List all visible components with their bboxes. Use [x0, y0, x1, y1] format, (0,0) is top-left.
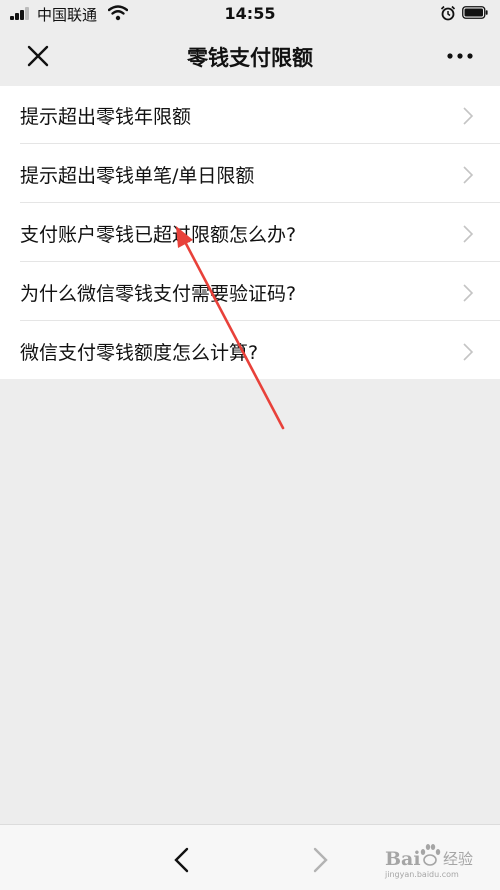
nav-bar: 零钱支付限额: [0, 28, 500, 86]
list-item[interactable]: 微信支付零钱额度怎么计算?: [0, 322, 500, 380]
chevron-right-icon: [463, 225, 474, 243]
close-icon[interactable]: [20, 38, 56, 74]
watermark-url: jingyan.baidu.com: [385, 870, 459, 879]
list-item-label: 提示超出零钱单笔/单日限额: [20, 165, 255, 187]
chevron-right-icon: [463, 343, 474, 361]
chevron-left-icon[interactable]: [166, 843, 200, 877]
help-topic-list: 提示超出零钱年限额 提示超出零钱单笔/单日限额 支付账户零钱已超过限额怎么办? …: [0, 86, 500, 379]
status-time: 14:55: [224, 4, 276, 23]
divider: [20, 143, 500, 144]
battery-icon: [462, 6, 488, 19]
page-title: 零钱支付限额: [187, 46, 313, 70]
list-item-label: 提示超出零钱年限额: [20, 106, 192, 128]
alarm-icon: [440, 5, 456, 21]
watermark-brand: Bai: [385, 848, 421, 870]
baidu-watermark: Bai 经验 jingyan.baidu.com: [385, 840, 495, 880]
paw-icon: [420, 844, 441, 866]
divider: [20, 261, 500, 262]
watermark-sub: 经验: [443, 850, 474, 868]
list-item[interactable]: 支付账户零钱已超过限额怎么办?: [0, 204, 500, 262]
list-item-label: 微信支付零钱额度怎么计算?: [20, 342, 259, 364]
list-item-label: 为什么微信零钱支付需要验证码?: [20, 283, 297, 305]
list-item[interactable]: 提示超出零钱年限额: [0, 86, 500, 144]
chevron-right-icon: [463, 284, 474, 302]
chevron-right-icon: [463, 107, 474, 125]
list-item[interactable]: 提示超出零钱单笔/单日限额: [0, 145, 500, 203]
list-item[interactable]: 为什么微信零钱支付需要验证码?: [0, 263, 500, 321]
chevron-right-icon: [463, 166, 474, 184]
more-icon[interactable]: [440, 44, 480, 68]
divider: [20, 202, 500, 203]
status-bar: 中国联通 14:55: [0, 0, 500, 28]
divider: [20, 320, 500, 321]
list-item-label: 支付账户零钱已超过限额怎么办?: [20, 224, 297, 246]
chevron-right-icon: [313, 847, 328, 873]
